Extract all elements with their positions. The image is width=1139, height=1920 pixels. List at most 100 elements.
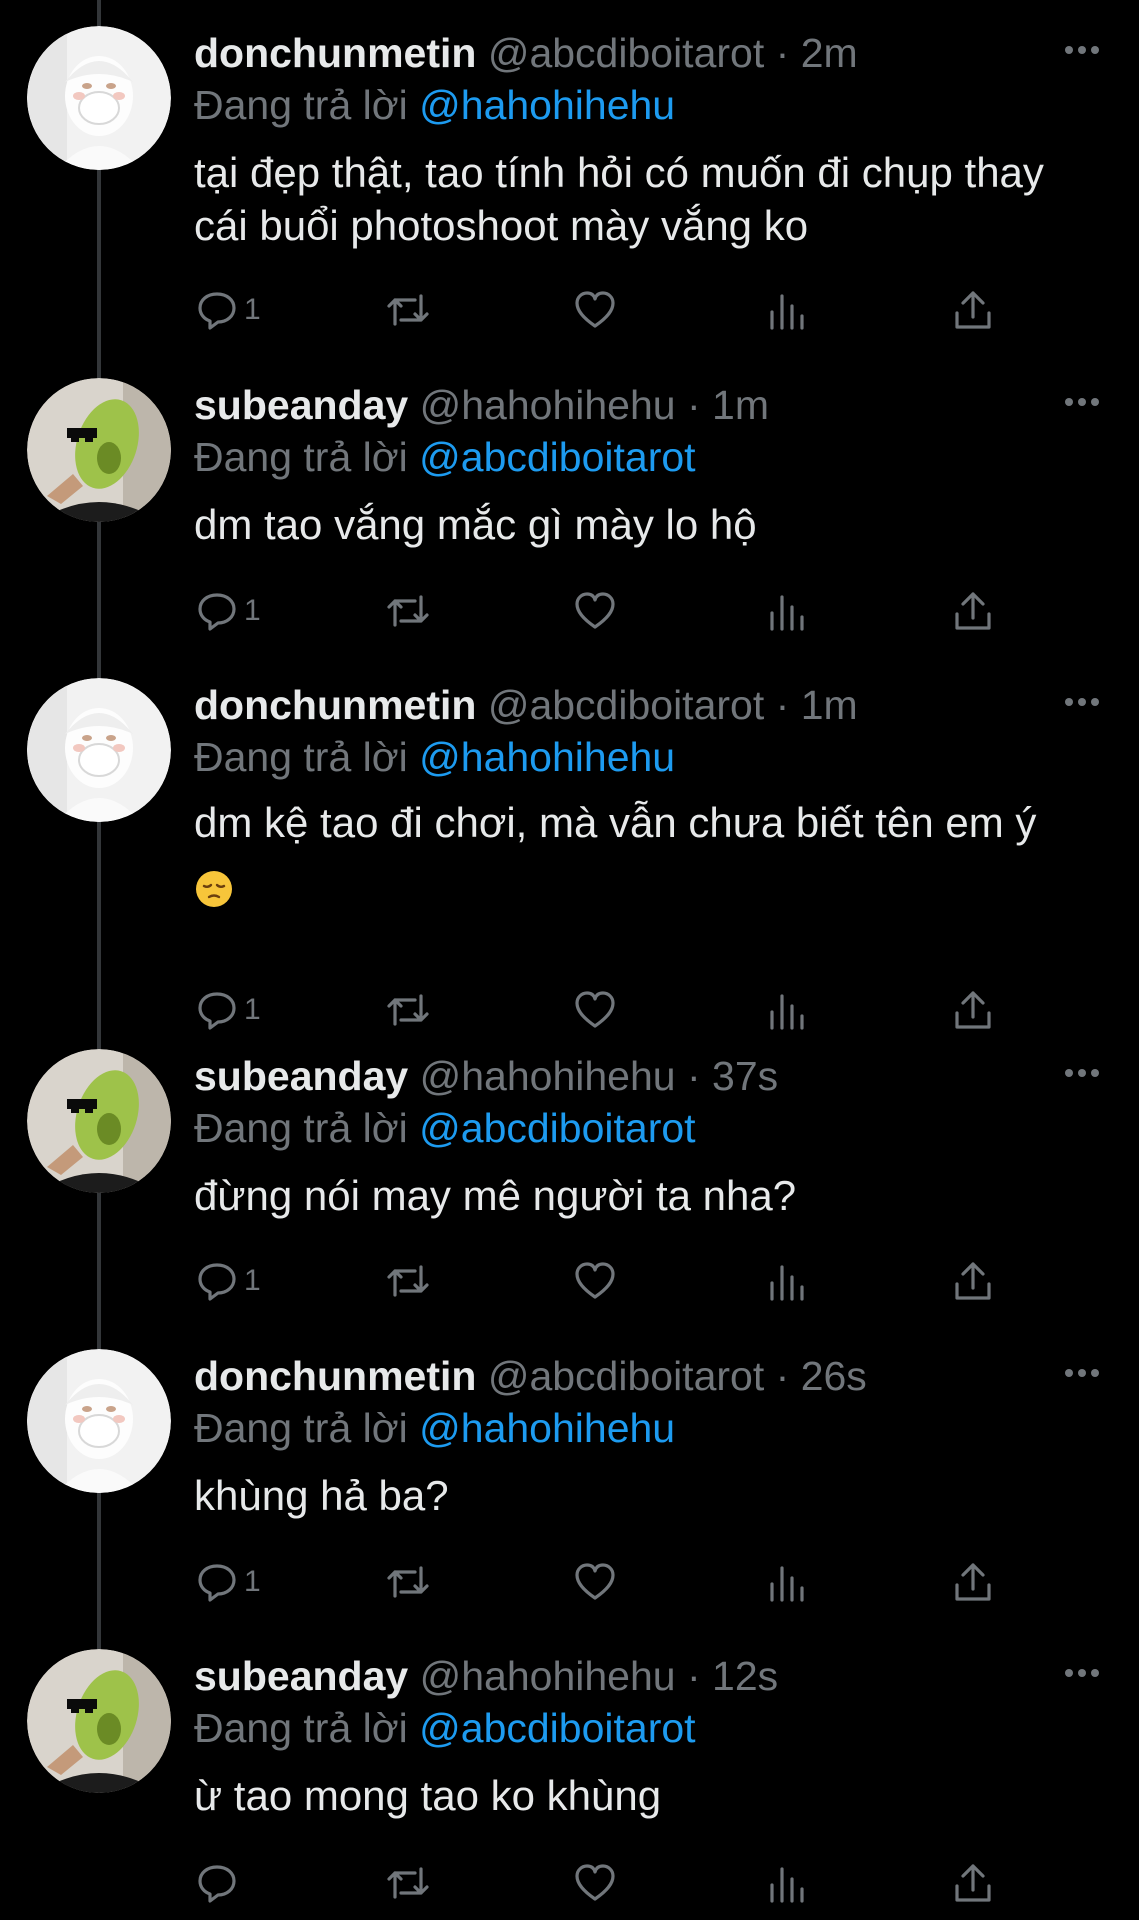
mention-link[interactable]: @hahohihehu: [419, 734, 675, 780]
reply-count: 1: [244, 594, 261, 627]
mention-link[interactable]: @abcdiboitarot: [419, 1705, 695, 1751]
tweet-header: subeanday @hahohihehu · 12s: [194, 1651, 778, 1701]
reply-button[interactable]: 1: [196, 583, 261, 639]
display-name[interactable]: donchunmetin: [194, 682, 476, 728]
reply-button[interactable]: 1: [196, 982, 261, 1038]
more-icon: [1065, 1069, 1099, 1077]
retweet-button[interactable]: [385, 1554, 431, 1610]
reply-button[interactable]: 1: [196, 282, 261, 338]
retweet-icon: [387, 595, 429, 627]
replying-to: Đang trả lời @hahohihehu: [194, 732, 675, 782]
display-name[interactable]: donchunmetin: [194, 1353, 476, 1399]
user-handle[interactable]: @hahohihehu: [420, 382, 676, 428]
more-button[interactable]: [1062, 682, 1102, 722]
share-button[interactable]: [953, 982, 993, 1038]
timestamp[interactable]: 1m: [712, 382, 769, 428]
share-icon: [955, 1262, 991, 1300]
heart-icon: [575, 1262, 615, 1299]
like-button[interactable]: [574, 1855, 616, 1911]
reply-icon: [198, 1564, 236, 1602]
reply-button[interactable]: 1: [196, 1554, 261, 1610]
separator-dot: ·: [686, 1653, 701, 1699]
more-button[interactable]: [1062, 1353, 1102, 1393]
display-name[interactable]: donchunmetin: [194, 30, 476, 76]
timestamp[interactable]: 12s: [712, 1653, 778, 1699]
avatar-donchunmetin[interactable]: [27, 678, 171, 822]
timestamp[interactable]: 37s: [712, 1053, 778, 1099]
user-handle[interactable]: @hahohihehu: [420, 1053, 676, 1099]
replying-to: Đang trả lời @hahohihehu: [194, 1403, 675, 1453]
retweet-button[interactable]: [385, 982, 431, 1038]
analytics-icon: [770, 1265, 804, 1301]
reply-icon: [198, 992, 236, 1030]
like-button[interactable]: [574, 583, 616, 639]
avatar-subeanday[interactable]: [27, 378, 171, 522]
replying-to-label: Đang trả lời: [194, 82, 408, 128]
retweet-button[interactable]: [385, 583, 431, 639]
share-button[interactable]: [953, 583, 993, 639]
share-icon: [955, 592, 991, 630]
mention-link[interactable]: @abcdiboitarot: [419, 1105, 695, 1151]
avatar-donchunmetin[interactable]: [27, 26, 171, 170]
share-icon: [955, 291, 991, 329]
reply-button[interactable]: [196, 1855, 244, 1911]
share-button[interactable]: [953, 1253, 993, 1309]
tweet-header: donchunmetin @abcdiboitarot · 2m: [194, 28, 858, 78]
display-name[interactable]: subeanday: [194, 1053, 408, 1099]
retweet-icon: [387, 994, 429, 1026]
retweet-button[interactable]: [385, 1253, 431, 1309]
share-icon: [955, 991, 991, 1029]
reply-button[interactable]: 1: [196, 1253, 261, 1309]
timestamp[interactable]: 2m: [801, 30, 858, 76]
mention-link[interactable]: @hahohihehu: [419, 82, 675, 128]
views-button[interactable]: [766, 1554, 806, 1610]
mention-link[interactable]: @hahohihehu: [419, 1405, 675, 1451]
like-button[interactable]: [574, 982, 616, 1038]
display-name[interactable]: subeanday: [194, 382, 408, 428]
user-handle[interactable]: @abcdiboitarot: [488, 682, 764, 728]
like-button[interactable]: [574, 282, 616, 338]
avatar-subeanday[interactable]: [27, 1649, 171, 1793]
tweet-text-content: dm kệ tao đi chơi, mà vẫn chưa biết tên …: [194, 799, 1037, 846]
replying-to-label: Đang trả lời: [194, 1105, 408, 1151]
tweet-header: subeanday @hahohihehu · 1m: [194, 380, 769, 430]
separator-dot: ·: [686, 1053, 701, 1099]
views-button[interactable]: [766, 982, 806, 1038]
pensive-face-emoji: [194, 862, 234, 928]
timestamp[interactable]: 26s: [801, 1353, 867, 1399]
analytics-icon: [770, 595, 804, 631]
share-button[interactable]: [953, 282, 993, 338]
timestamp[interactable]: 1m: [801, 682, 858, 728]
share-icon: [955, 1563, 991, 1601]
more-button[interactable]: [1062, 1653, 1102, 1693]
avatar-subeanday[interactable]: [27, 1049, 171, 1193]
views-button[interactable]: [766, 1253, 806, 1309]
views-button[interactable]: [766, 1855, 806, 1911]
retweet-button[interactable]: [385, 282, 431, 338]
more-button[interactable]: [1062, 382, 1102, 422]
action-bar: 1: [0, 583, 1139, 639]
mention-link[interactable]: @abcdiboitarot: [419, 434, 695, 480]
views-button[interactable]: [766, 583, 806, 639]
display-name[interactable]: subeanday: [194, 1653, 408, 1699]
reply-icon: [198, 292, 236, 330]
like-button[interactable]: [574, 1253, 616, 1309]
retweet-button[interactable]: [385, 1855, 431, 1911]
action-bar: 1: [0, 282, 1139, 338]
user-handle[interactable]: @abcdiboitarot: [488, 30, 764, 76]
user-handle[interactable]: @abcdiboitarot: [488, 1353, 764, 1399]
share-button[interactable]: [953, 1554, 993, 1610]
user-handle[interactable]: @hahohihehu: [420, 1653, 676, 1699]
tweet-header: donchunmetin @abcdiboitarot · 26s: [194, 1351, 867, 1401]
share-icon: [955, 1864, 991, 1902]
heart-icon: [575, 1563, 615, 1600]
like-button[interactable]: [574, 1554, 616, 1610]
more-button[interactable]: [1062, 1053, 1102, 1093]
views-button[interactable]: [766, 282, 806, 338]
avatar-donchunmetin[interactable]: [27, 1349, 171, 1493]
reply-count: 1: [244, 1565, 261, 1598]
more-button[interactable]: [1062, 30, 1102, 70]
share-button[interactable]: [953, 1855, 993, 1911]
tweet-text: ừ tao mong tao ko khùng: [194, 1772, 662, 1819]
retweet-icon: [387, 1566, 429, 1598]
